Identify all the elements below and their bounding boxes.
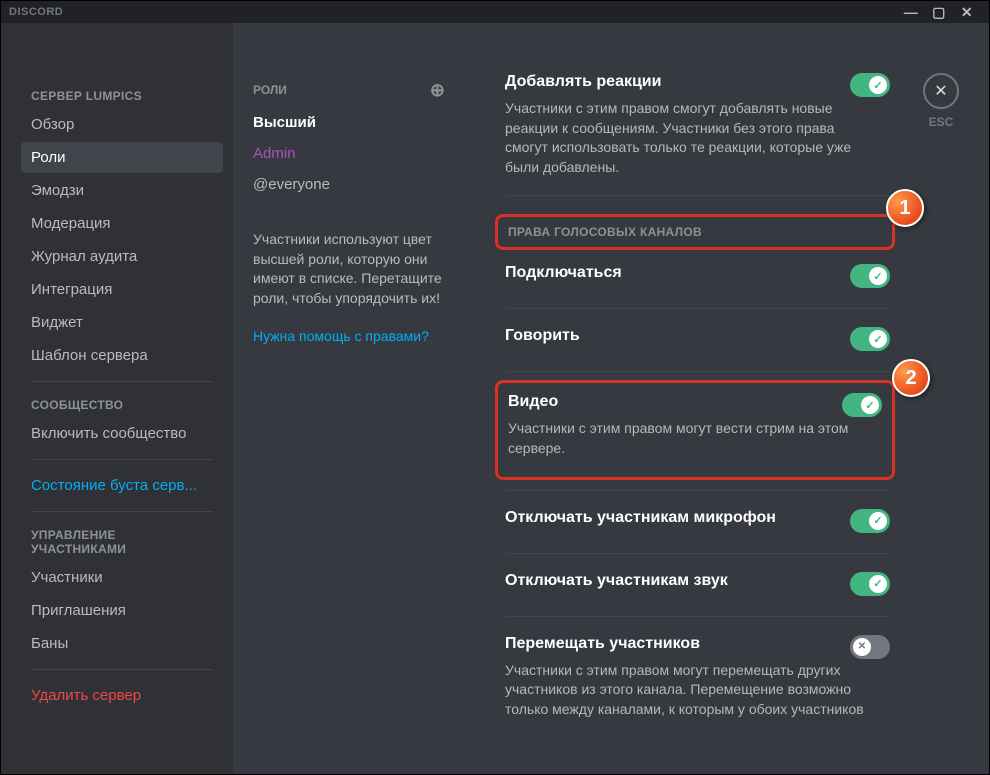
perm-connect-title: Подключаться: [505, 264, 622, 282]
perm-video-title: Видео: [508, 393, 558, 411]
perm-move-desc: Участники с этим правом могут перемещать…: [505, 661, 875, 720]
member-mgmt-header: УПРАВЛЕНИЕ УЧАСТНИКАМИ: [21, 522, 223, 562]
sidebar-item-integrations[interactable]: Интеграция: [21, 274, 223, 305]
divider: [31, 511, 213, 512]
community-header: СООБЩЕСТВО: [21, 392, 223, 418]
divider: [31, 669, 213, 670]
annotation-badge-1: 1: [886, 189, 924, 227]
roles-help-text: Участники используют цвет высшей роли, к…: [253, 230, 445, 308]
toggle-mute-members[interactable]: [850, 509, 890, 533]
voice-permissions-header: ПРАВА ГОЛОСОВЫХ КАНАЛОВ: [508, 223, 882, 241]
roles-column: РОЛИ ⊕ Высший Admin @everyone Участники …: [233, 23, 465, 774]
sidebar-item-members[interactable]: Участники: [21, 562, 223, 593]
sidebar-item-enable-community[interactable]: Включить сообщество: [21, 418, 223, 449]
close-icon: ✕: [923, 73, 959, 109]
role-item-top[interactable]: Высший: [253, 107, 445, 138]
divider: [505, 308, 890, 309]
roles-help-link[interactable]: Нужна помощь с правами?: [253, 328, 445, 344]
perm-add-reactions-title: Добавлять реакции: [505, 73, 661, 91]
toggle-connect[interactable]: [850, 264, 890, 288]
sidebar-item-audit-log[interactable]: Журнал аудита: [21, 241, 223, 272]
close-settings-button[interactable]: ✕ ESC: [923, 73, 959, 129]
plus-icon[interactable]: ⊕: [430, 84, 445, 96]
divider: [31, 381, 213, 382]
toggle-speak[interactable]: [850, 327, 890, 351]
divider: [505, 616, 890, 617]
sidebar-item-invites[interactable]: Приглашения: [21, 595, 223, 626]
titlebar: DISCORD — ▢ ✕: [1, 1, 989, 23]
sidebar-item-overview[interactable]: Обзор: [21, 109, 223, 140]
toggle-add-reactions[interactable]: [850, 73, 890, 97]
app-title: DISCORD: [9, 6, 63, 18]
roles-header-label: РОЛИ: [253, 83, 287, 97]
toggle-deafen-members[interactable]: [850, 572, 890, 596]
divider: [505, 553, 890, 554]
sidebar-item-roles[interactable]: Роли: [21, 142, 223, 173]
role-item-admin[interactable]: Admin: [253, 138, 445, 169]
sidebar-item-moderation[interactable]: Модерация: [21, 208, 223, 239]
divider: [505, 195, 890, 196]
toggle-move-members[interactable]: [850, 635, 890, 659]
divider: [505, 371, 890, 372]
perm-move-title: Перемещать участников: [505, 635, 700, 653]
divider: [31, 459, 213, 460]
sidebar-item-widget[interactable]: Виджет: [21, 307, 223, 338]
perm-mute-title: Отключать участникам микрофон: [505, 509, 776, 527]
perm-add-reactions-desc: Участники с этим правом смогут добавлять…: [505, 99, 875, 177]
perm-video-desc: Участники с этим правом могут вести стри…: [508, 419, 878, 458]
annotation-box-2: 2 Видео Участники с этим правом могут ве…: [495, 380, 895, 479]
sidebar-item-bans[interactable]: Баны: [21, 628, 223, 659]
window-minimize-button[interactable]: —: [897, 4, 925, 20]
toggle-video[interactable]: [842, 393, 882, 417]
sidebar-item-delete-server[interactable]: Удалить сервер: [21, 680, 223, 711]
annotation-badge-2: 2: [892, 359, 930, 397]
role-item-everyone[interactable]: @everyone: [253, 169, 445, 200]
window-maximize-button[interactable]: ▢: [925, 4, 953, 21]
window-close-button[interactable]: ✕: [953, 4, 981, 21]
sidebar-item-boost-status[interactable]: Состояние буста серв...: [21, 470, 223, 501]
server-name-header: СЕРВЕР LUMPICS: [21, 83, 223, 109]
esc-label: ESC: [923, 115, 959, 129]
settings-sidebar: СЕРВЕР LUMPICS Обзор Роли Эмодзи Модерац…: [1, 23, 233, 774]
sidebar-item-server-template[interactable]: Шаблон сервера: [21, 340, 223, 371]
permissions-panel: ✕ ESC Добавлять реакции Участники с этим…: [465, 23, 989, 774]
perm-speak-title: Говорить: [505, 327, 580, 345]
perm-deafen-title: Отключать участникам звук: [505, 572, 728, 590]
annotation-box-1: 1 ПРАВА ГОЛОСОВЫХ КАНАЛОВ: [495, 214, 895, 250]
divider: [505, 490, 890, 491]
sidebar-item-emoji[interactable]: Эмодзи: [21, 175, 223, 206]
